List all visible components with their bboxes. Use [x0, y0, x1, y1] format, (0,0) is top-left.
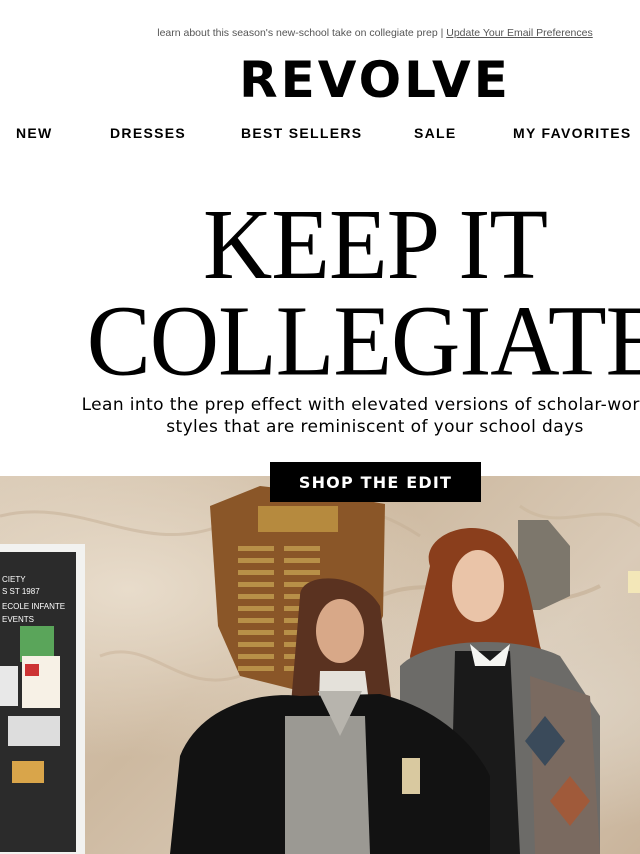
revolve-logo[interactable]: REVOLVE — [0, 52, 640, 108]
subcopy-line-1: Lean into the prep effect with elevated … — [81, 395, 640, 415]
shop-the-edit-button[interactable]: SHOP THE EDIT — [270, 462, 481, 502]
board-text-3: ECOLE INFANTE — [2, 602, 65, 611]
board-text-1: CIETY — [2, 575, 26, 584]
hero-headline: KEEP IT COLLEGIATE — [0, 193, 640, 390]
subcopy-line-2: styles that are reminiscent of your scho… — [166, 417, 584, 437]
headline-line-1: KEEP IT — [202, 187, 548, 300]
preheader-text: learn about this season's new-school tak… — [157, 27, 447, 39]
email-preferences-link[interactable]: Update Your Email Preferences — [446, 27, 593, 39]
nav-item-new[interactable]: NEW — [16, 125, 53, 141]
preheader: learn about this season's new-school tak… — [0, 27, 640, 39]
hero-photo-illustration: CIETY S ST 1987 ECOLE INFANTE EVENTS — [0, 486, 640, 854]
hero-image[interactable]: CIETY S ST 1987 ECOLE INFANTE EVENTS — [0, 476, 640, 854]
wall-light — [628, 571, 640, 593]
bulletin-board: CIETY S ST 1987 ECOLE INFANTE EVENTS — [0, 544, 85, 854]
nav-item-dresses[interactable]: DRESSES — [110, 125, 186, 141]
board-text-2: S ST 1987 — [2, 587, 40, 596]
main-nav: NEW DRESSES BEST SELLERS SALE MY FAVORIT… — [0, 125, 640, 145]
nav-item-sale[interactable]: SALE — [414, 125, 457, 141]
board-text-4: EVENTS — [2, 615, 34, 624]
nav-item-my-favorites[interactable]: MY FAVORITES — [513, 125, 632, 141]
headline-line-2: COLLEGIATE — [86, 284, 640, 397]
hero-subcopy: Lean into the prep effect with elevated … — [0, 394, 640, 438]
nav-item-best-sellers[interactable]: BEST SELLERS — [241, 125, 362, 141]
